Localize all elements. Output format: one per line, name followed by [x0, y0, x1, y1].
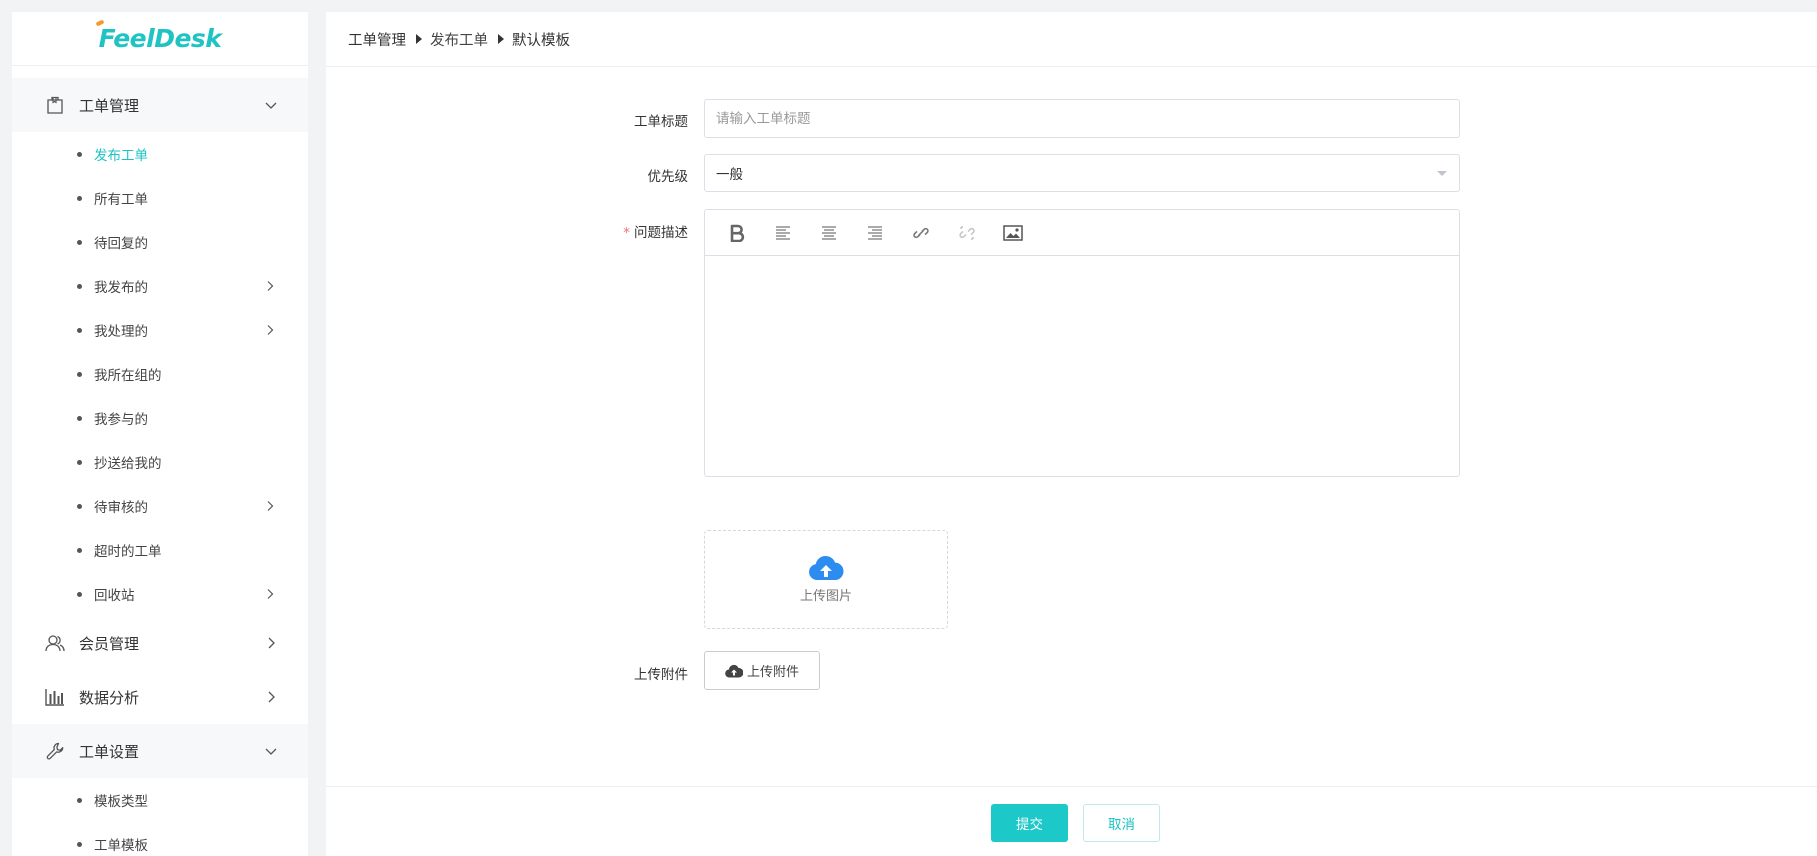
image-icon[interactable]: [998, 218, 1028, 248]
sidebar-item-cc-to-me[interactable]: 抄送给我的: [12, 440, 308, 484]
bullet: [77, 591, 82, 597]
bullet: [77, 503, 82, 509]
breadcrumb-separator-icon: [498, 34, 504, 44]
cloud-upload-icon: [809, 555, 844, 580]
sidebar-item-label: 超时的工单: [94, 544, 162, 560]
ticket-bag-icon: [44, 94, 66, 116]
chevron-right-icon: [267, 501, 274, 511]
priority-select[interactable]: 一般: [704, 154, 1460, 192]
sidebar-item-recycle-bin[interactable]: 回收站: [12, 572, 308, 616]
sidebar-item-label: 待回复的: [94, 236, 148, 252]
sidebar-item-participated[interactable]: 我参与的: [12, 396, 308, 440]
sidebar-item-publish-ticket[interactable]: 发布工单: [12, 132, 308, 176]
cloud-upload-icon: [725, 664, 743, 678]
bullet: [77, 151, 82, 157]
breadcrumb-separator-icon: [416, 34, 422, 44]
title-label: 工单标题: [634, 114, 688, 130]
sidebar-item-ticket-templates[interactable]: 工单模板: [12, 822, 308, 856]
rich-text-editor: [704, 209, 1460, 477]
breadcrumb-item[interactable]: 工单管理: [348, 29, 406, 50]
sidebar-group-label: 会员管理: [79, 634, 140, 653]
required-mark: *: [623, 225, 630, 241]
members-icon: [44, 632, 66, 654]
chevron-right-icon: [268, 637, 275, 649]
wrench-icon: [44, 740, 66, 762]
link-icon[interactable]: [906, 218, 936, 248]
sidebar-group-label: 工单设置: [79, 742, 140, 761]
logo-text: FeelDesk: [95, 19, 222, 53]
bullet: [77, 797, 82, 803]
sidebar-item-overdue[interactable]: 超时的工单: [12, 528, 308, 572]
align-left-icon[interactable]: [768, 218, 798, 248]
editor-toolbar: [705, 210, 1459, 256]
bullet: [77, 371, 82, 377]
cancel-button[interactable]: 取消: [1083, 804, 1160, 842]
sidebar-item-my-published[interactable]: 我发布的: [12, 264, 308, 308]
bullet: [77, 283, 82, 289]
upload-attachment-button[interactable]: 上传附件: [704, 651, 820, 690]
chevron-right-icon: [267, 589, 274, 599]
chevron-right-icon: [268, 691, 275, 703]
description-label: * 问题描述: [623, 225, 688, 241]
sidebar-item-label: 我所在组的: [94, 368, 162, 384]
bar-chart-icon: [44, 686, 66, 708]
sidebar-item-my-group[interactable]: 我所在组的: [12, 352, 308, 396]
sidebar-item-label: 发布工单: [94, 148, 148, 164]
chevron-down-icon: [265, 102, 277, 109]
priority-value: 一般: [716, 167, 743, 183]
chevron-down-icon: [265, 748, 277, 755]
bold-icon[interactable]: [722, 218, 752, 248]
bullet: [77, 459, 82, 465]
align-center-icon[interactable]: [814, 218, 844, 248]
bullet: [77, 415, 82, 421]
sidebar-item-all-tickets[interactable]: 所有工单: [12, 176, 308, 220]
chevron-right-icon: [267, 325, 274, 335]
sidebar-item-label: 模板类型: [94, 794, 148, 810]
sidebar-item-label: 我发布的: [94, 280, 148, 296]
breadcrumb-item-current: 默认模板: [512, 32, 570, 49]
sidebar-item-label: 工单模板: [94, 838, 148, 854]
bullet: [77, 239, 82, 245]
logo[interactable]: FeelDesk: [12, 12, 308, 66]
sidebar: FeelDesk 工单管理 发布工单 所有工单 待回复的 我发布的 我处理的 我…: [12, 12, 308, 856]
sidebar-item-pending-review[interactable]: 待审核的: [12, 484, 308, 528]
form-footer: 提交 取消: [326, 786, 1817, 856]
sidebar-menu: 工单管理 发布工单 所有工单 待回复的 我发布的 我处理的 我所在组的 我参与的…: [12, 66, 308, 856]
priority-label: 优先级: [647, 169, 689, 185]
breadcrumb-item[interactable]: 发布工单: [430, 29, 488, 50]
sidebar-item-label: 所有工单: [94, 192, 148, 208]
align-right-icon[interactable]: [860, 218, 890, 248]
bullet: [77, 195, 82, 201]
bullet: [77, 841, 82, 847]
upload-image-label: 上传图片: [799, 589, 852, 604]
sidebar-group-members[interactable]: 会员管理: [12, 616, 308, 670]
bullet: [77, 327, 82, 333]
sidebar-item-label: 我参与的: [94, 412, 148, 428]
sidebar-item-label: 我处理的: [94, 324, 148, 340]
sidebar-item-label: 待审核的: [94, 500, 148, 516]
sidebar-item-label: 抄送给我的: [94, 456, 162, 472]
sidebar-item-template-types[interactable]: 模板类型: [12, 778, 308, 822]
editor-content[interactable]: [705, 256, 1459, 476]
chevron-right-icon: [267, 281, 274, 291]
sidebar-item-my-handled[interactable]: 我处理的: [12, 308, 308, 352]
title-input[interactable]: [704, 99, 1460, 138]
bullet: [77, 547, 82, 553]
main-panel: 工单管理 发布工单 默认模板 工单标题 优先级 一般 *问题描述: [326, 12, 1817, 856]
sidebar-item-pending-reply[interactable]: 待回复的: [12, 220, 308, 264]
sidebar-group-label: 工单管理: [79, 96, 140, 115]
breadcrumb: 工单管理 发布工单 默认模板: [326, 12, 1817, 67]
upload-attachment-label: 上传附件: [746, 665, 799, 680]
sidebar-group-ticket-management[interactable]: 工单管理: [12, 78, 308, 132]
sidebar-group-ticket-settings[interactable]: 工单设置: [12, 724, 308, 778]
attachment-label: 上传附件: [634, 667, 688, 683]
submit-button[interactable]: 提交: [991, 804, 1068, 842]
sidebar-group-data-analysis[interactable]: 数据分析: [12, 670, 308, 724]
upload-image-area[interactable]: 上传图片: [704, 530, 948, 629]
caret-down-icon: [1437, 171, 1447, 176]
sidebar-group-label: 数据分析: [79, 688, 140, 707]
unlink-icon[interactable]: [952, 218, 982, 248]
sidebar-item-label: 回收站: [94, 588, 135, 604]
